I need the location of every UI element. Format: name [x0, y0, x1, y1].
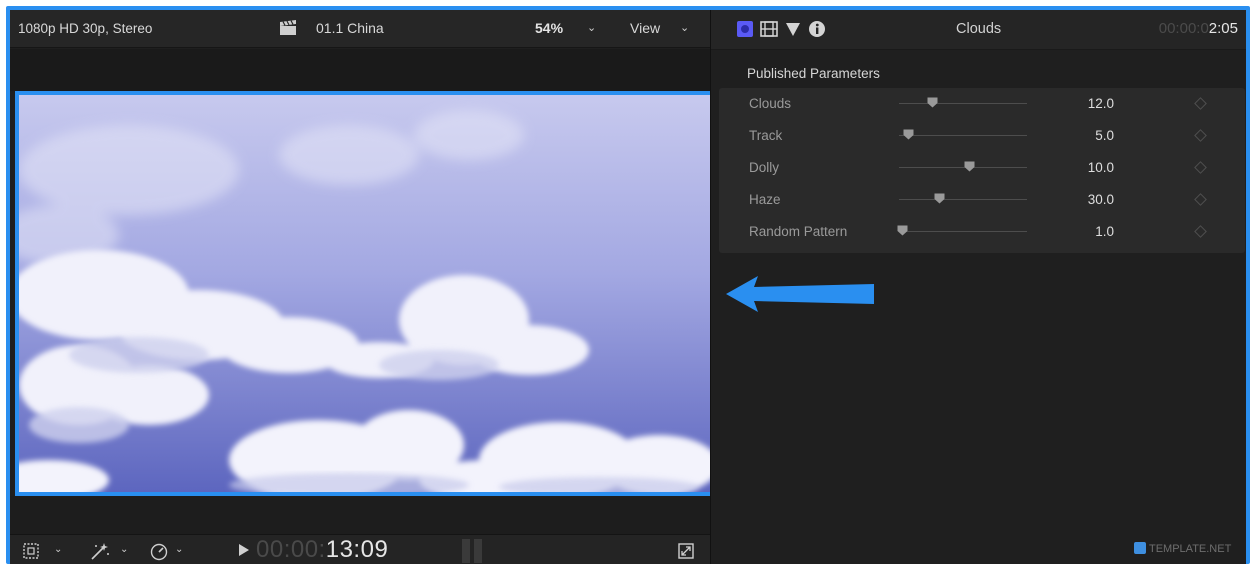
- published-parameters-title: Published Parameters: [747, 66, 880, 81]
- parameter-row: Track 5.0: [719, 120, 1245, 152]
- color-icon[interactable]: [784, 20, 802, 38]
- viewer: 1080p HD 30p, Stereo 01.1 China 54% ⌄ Vi…: [10, 10, 715, 564]
- parameter-value[interactable]: 5.0: [1019, 128, 1114, 143]
- chevron-down-icon[interactable]: ⌄: [587, 21, 596, 34]
- slider-knob[interactable]: [927, 97, 938, 108]
- play-icon[interactable]: [239, 544, 249, 556]
- transform-icon[interactable]: [22, 541, 42, 561]
- slider-knob[interactable]: [897, 225, 908, 236]
- keyframe-button[interactable]: [1194, 129, 1207, 142]
- parameter-row: Clouds 12.0: [719, 88, 1245, 120]
- timecode-value: 13:09: [325, 536, 389, 563]
- slider-knob[interactable]: [934, 193, 945, 204]
- keyframe-button[interactable]: [1194, 161, 1207, 174]
- left-arrow-icon: [726, 276, 874, 312]
- timecode-display: 00:00:13:09: [256, 536, 388, 564]
- audio-meter: [462, 539, 486, 563]
- inspector-header: Clouds 00:00:02:05: [711, 10, 1246, 50]
- chevron-down-icon[interactable]: ⌄: [680, 21, 689, 34]
- parameter-value[interactable]: 1.0: [1019, 224, 1114, 239]
- parameter-slider[interactable]: [899, 167, 1027, 168]
- chevron-down-icon[interactable]: ⌄: [120, 544, 128, 555]
- speed-icon[interactable]: [149, 541, 169, 561]
- parameter-row: Random Pattern 1.0: [719, 216, 1245, 248]
- inspector-timecode-value: 2:05: [1208, 20, 1238, 37]
- final-cut-window: 1080p HD 30p, Stereo 01.1 China 54% ⌄ Vi…: [10, 10, 1246, 564]
- keyframe-button[interactable]: [1194, 225, 1207, 238]
- inspector-timecode-prefix: 00:00:0: [1158, 20, 1209, 37]
- enhance-icon[interactable]: [89, 541, 111, 561]
- parameter-label: Haze: [749, 192, 781, 207]
- parameter-value[interactable]: 10.0: [1019, 160, 1114, 175]
- clip-name[interactable]: 01.1 China: [316, 20, 384, 36]
- viewer-letterbox-bottom: [10, 496, 710, 536]
- viewer-header: 1080p HD 30p, Stereo 01.1 China 54% ⌄ Vi…: [10, 10, 710, 48]
- parameter-row: Haze 30.0: [719, 184, 1245, 216]
- viewer-footer: ⌄ ⌄ ⌄ 00:00:13:09: [10, 534, 710, 564]
- parameter-slider[interactable]: [899, 199, 1027, 200]
- inspector-title: Clouds: [956, 21, 1002, 37]
- inspector-timecode: 00:00:02:05: [1159, 20, 1238, 37]
- fullscreen-icon[interactable]: [678, 543, 694, 559]
- parameter-label: Track: [749, 128, 783, 143]
- watermark: TEMPLATE.NET: [1134, 542, 1231, 555]
- chevron-down-icon[interactable]: ⌄: [54, 544, 62, 555]
- video-icon[interactable]: [760, 20, 778, 38]
- parameter-slider[interactable]: [899, 231, 1027, 232]
- viewer-letterbox-top: [10, 49, 710, 91]
- parameter-label: Clouds: [749, 96, 792, 111]
- parameter-label: Dolly: [749, 160, 780, 175]
- keyframe-button[interactable]: [1194, 97, 1207, 110]
- generator-icon[interactable]: [736, 20, 754, 38]
- watermark-logo: [1134, 542, 1146, 554]
- parameters-panel: Clouds 12.0 Track 5.0 Dolly 10.0 Haze 30…: [719, 88, 1245, 253]
- parameter-value[interactable]: 30.0: [1019, 192, 1114, 207]
- clapper-icon: [280, 20, 296, 35]
- zoom-menu[interactable]: 54%: [535, 20, 563, 36]
- clouds-image: [19, 95, 711, 492]
- parameter-slider[interactable]: [899, 103, 1027, 104]
- keyframe-button[interactable]: [1194, 193, 1207, 206]
- parameter-row: Dolly 10.0: [719, 152, 1245, 184]
- slider-knob[interactable]: [964, 161, 975, 172]
- parameter-value[interactable]: 12.0: [1019, 96, 1114, 111]
- view-menu[interactable]: View: [630, 20, 660, 36]
- watermark-text: TEMPLATE.NET: [1149, 543, 1232, 555]
- viewer-canvas[interactable]: [15, 91, 715, 496]
- format-label: 1080p HD 30p, Stereo: [18, 21, 153, 36]
- parameter-slider[interactable]: [899, 135, 1027, 136]
- slider-knob[interactable]: [903, 129, 914, 140]
- timecode-prefix: 00:00:: [256, 536, 326, 563]
- chevron-down-icon[interactable]: ⌄: [175, 544, 183, 555]
- parameter-label: Random Pattern: [749, 224, 848, 239]
- info-icon[interactable]: [808, 20, 826, 38]
